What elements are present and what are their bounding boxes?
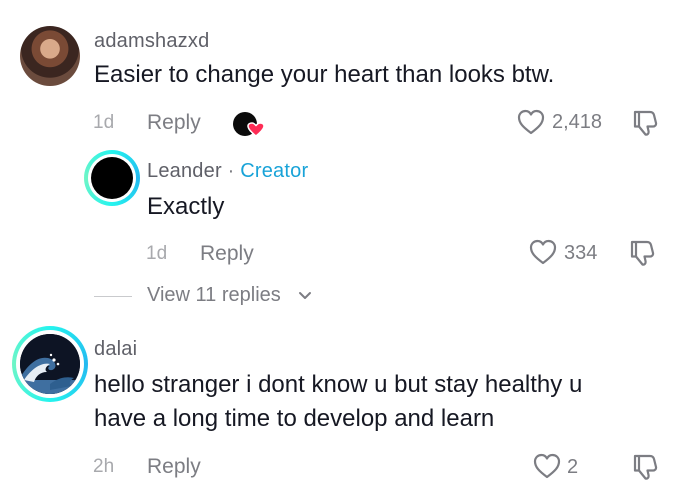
- like-heart-icon[interactable]: [528, 238, 558, 266]
- view-replies-label: View 11 replies: [147, 284, 281, 306]
- comment-time: 2h: [93, 456, 115, 477]
- commenter-avatar[interactable]: [12, 326, 88, 402]
- separator-dot: ·: [227, 160, 235, 182]
- dislike-icon[interactable]: [630, 108, 660, 138]
- comment-time: 1d: [93, 112, 115, 133]
- like-count: 2,418: [552, 111, 603, 133]
- reply-text: Exactly: [147, 193, 225, 220]
- like-count: 2: [567, 456, 579, 478]
- comment-username[interactable]: adamshazxd: [94, 30, 209, 53]
- commenter-avatar[interactable]: [20, 26, 80, 86]
- creator-liked-icon: [231, 111, 265, 139]
- comment-text-line-1: hello stranger i dont know u but stay he…: [94, 371, 583, 398]
- dislike-icon[interactable]: [627, 238, 657, 268]
- dislike-icon[interactable]: [630, 452, 660, 482]
- comment-username[interactable]: dalai: [94, 338, 137, 361]
- comment-text-line-2: have a long time to develop and learn: [94, 405, 495, 432]
- like-heart-icon[interactable]: [532, 452, 562, 480]
- reply-username[interactable]: Leander: [147, 160, 222, 182]
- like-count: 334: [564, 242, 598, 264]
- reply-button[interactable]: Reply: [147, 455, 201, 479]
- replies-divider: [94, 296, 132, 297]
- reply-button[interactable]: Reply: [147, 111, 201, 135]
- wave-image: [20, 334, 80, 394]
- comment-text: Easier to change your heart than looks b…: [94, 61, 555, 88]
- view-replies-button[interactable]: View 11 replies: [147, 284, 281, 307]
- like-heart-icon[interactable]: [516, 108, 546, 136]
- reply-time: 1d: [146, 243, 168, 264]
- reply-button[interactable]: Reply: [200, 242, 254, 266]
- reply-username-line: Leander · Creator: [147, 160, 308, 183]
- chevron-down-icon[interactable]: [297, 287, 313, 303]
- creator-avatar[interactable]: [84, 150, 140, 206]
- creator-badge: Creator: [240, 160, 309, 182]
